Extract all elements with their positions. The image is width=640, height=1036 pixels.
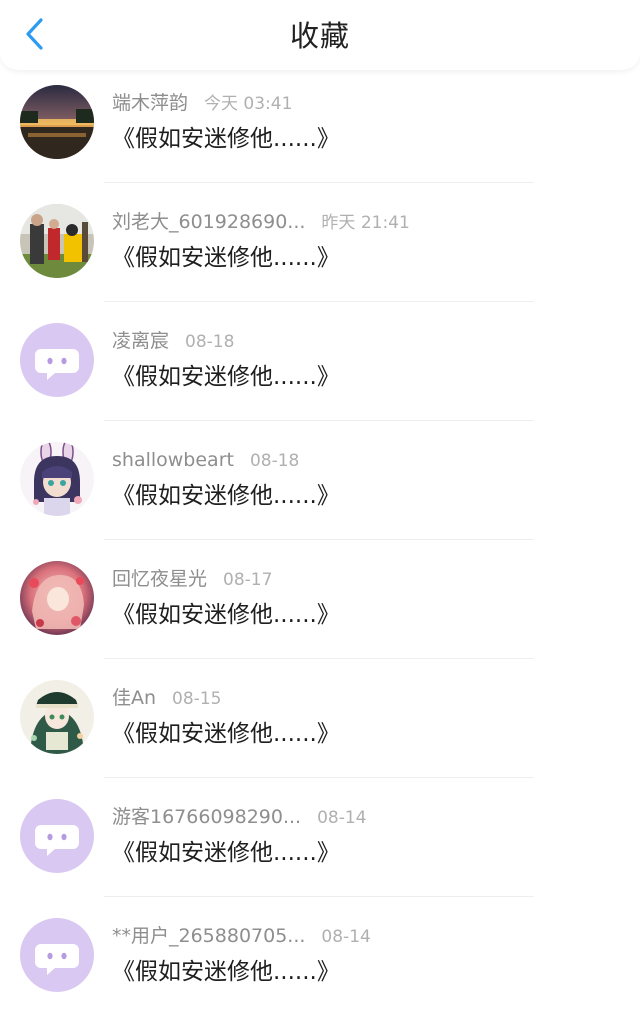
user-name[interactable]: 凌离宸 — [112, 330, 169, 352]
item-meta: 佳An 08-15 — [112, 683, 221, 713]
avatar[interactable] — [20, 204, 94, 278]
user-name[interactable]: 刘老大_601928690... — [112, 211, 305, 233]
user-name[interactable]: 回忆夜星光 — [112, 568, 207, 590]
item-meta: 端木萍韵 今天 03:41 — [112, 88, 292, 118]
list-item[interactable]: **用户_265880705... 08-14 《假如安迷修他......》 — [0, 917, 640, 1036]
divider — [104, 182, 534, 183]
list-item[interactable]: 刘老大_601928690... 昨天 21:41 《假如安迷修他......》 — [0, 203, 640, 322]
timestamp: 08-18 — [185, 332, 235, 352]
message-text[interactable]: 《假如安迷修他......》 — [112, 479, 340, 513]
item-meta: 回忆夜星光 08-17 — [112, 564, 272, 594]
timestamp: 08-18 — [249, 451, 300, 471]
list-item[interactable]: 佳An 08-15 《假如安迷修他......》 — [0, 679, 640, 798]
message-text[interactable]: 《假如安迷修他......》 — [112, 598, 340, 632]
anime-girl-bunny-avatar — [20, 442, 94, 516]
avatar[interactable] — [20, 442, 94, 516]
list-item[interactable]: 回忆夜星光 08-17 《假如安迷修他......》 — [0, 560, 640, 679]
list-item[interactable]: 凌离宸 08-18 《假如安迷修他......》 — [0, 322, 640, 441]
avatar[interactable] — [20, 85, 94, 159]
message-text[interactable]: 《假如安迷修他......》 — [112, 955, 340, 989]
anime-girl-pink-avatar — [20, 561, 94, 635]
item-meta: shallowbeart 08-18 — [112, 445, 299, 475]
timestamp: 08-14 — [317, 808, 367, 828]
item-meta: 刘老大_601928690... 昨天 21:41 — [112, 207, 410, 237]
avatar[interactable] — [20, 799, 94, 873]
timestamp: 08-15 — [172, 689, 222, 709]
page-title: 收藏 — [289, 19, 350, 53]
timestamp: 08-17 — [223, 570, 273, 590]
top-bar: 收藏 — [0, 0, 640, 70]
list-item[interactable]: shallowbeart 08-18 《假如安迷修他......》 — [0, 441, 640, 560]
timestamp: 08-14 — [321, 927, 371, 947]
sunset-photo-avatar — [20, 85, 94, 159]
anime-girl-green-hat-avatar — [20, 680, 94, 754]
list-item[interactable]: 游客16766098290... 08-14 《假如安迷修他......》 — [0, 798, 640, 917]
item-meta: 凌离宸 08-18 — [112, 326, 234, 356]
timestamp: 今天 03:41 — [204, 94, 293, 114]
user-name[interactable]: **用户_265880705... — [112, 925, 305, 947]
default-chat-bubble-icon — [20, 918, 94, 992]
user-name[interactable]: 游客16766098290... — [112, 806, 301, 828]
message-text[interactable]: 《假如安迷修他......》 — [112, 122, 340, 156]
user-name[interactable]: shallowbeart — [112, 449, 234, 471]
divider — [104, 777, 534, 778]
avatar[interactable] — [20, 561, 94, 635]
timestamp: 昨天 21:41 — [321, 213, 410, 233]
divider — [104, 301, 534, 302]
item-meta: 游客16766098290... 08-14 — [112, 802, 367, 832]
avatar[interactable] — [20, 680, 94, 754]
message-text[interactable]: 《假如安迷修他......》 — [112, 717, 340, 751]
user-name[interactable]: 佳An — [112, 687, 156, 709]
default-chat-bubble-icon — [20, 799, 94, 873]
avatar[interactable] — [20, 323, 94, 397]
list-item[interactable]: 端木萍韵 今天 03:41 《假如安迷修他......》 — [0, 84, 640, 203]
message-text[interactable]: 《假如安迷修他......》 — [112, 836, 340, 870]
divider — [104, 539, 534, 540]
message-text[interactable]: 《假如安迷修他......》 — [112, 241, 340, 275]
avatar[interactable] — [20, 918, 94, 992]
people-photo-avatar — [20, 204, 94, 278]
default-chat-bubble-icon — [20, 323, 94, 397]
user-name[interactable]: 端木萍韵 — [112, 92, 188, 114]
item-meta: **用户_265880705... 08-14 — [112, 921, 371, 951]
message-text[interactable]: 《假如安迷修他......》 — [112, 360, 340, 394]
divider — [104, 420, 534, 421]
divider — [104, 658, 534, 659]
divider — [104, 896, 534, 897]
